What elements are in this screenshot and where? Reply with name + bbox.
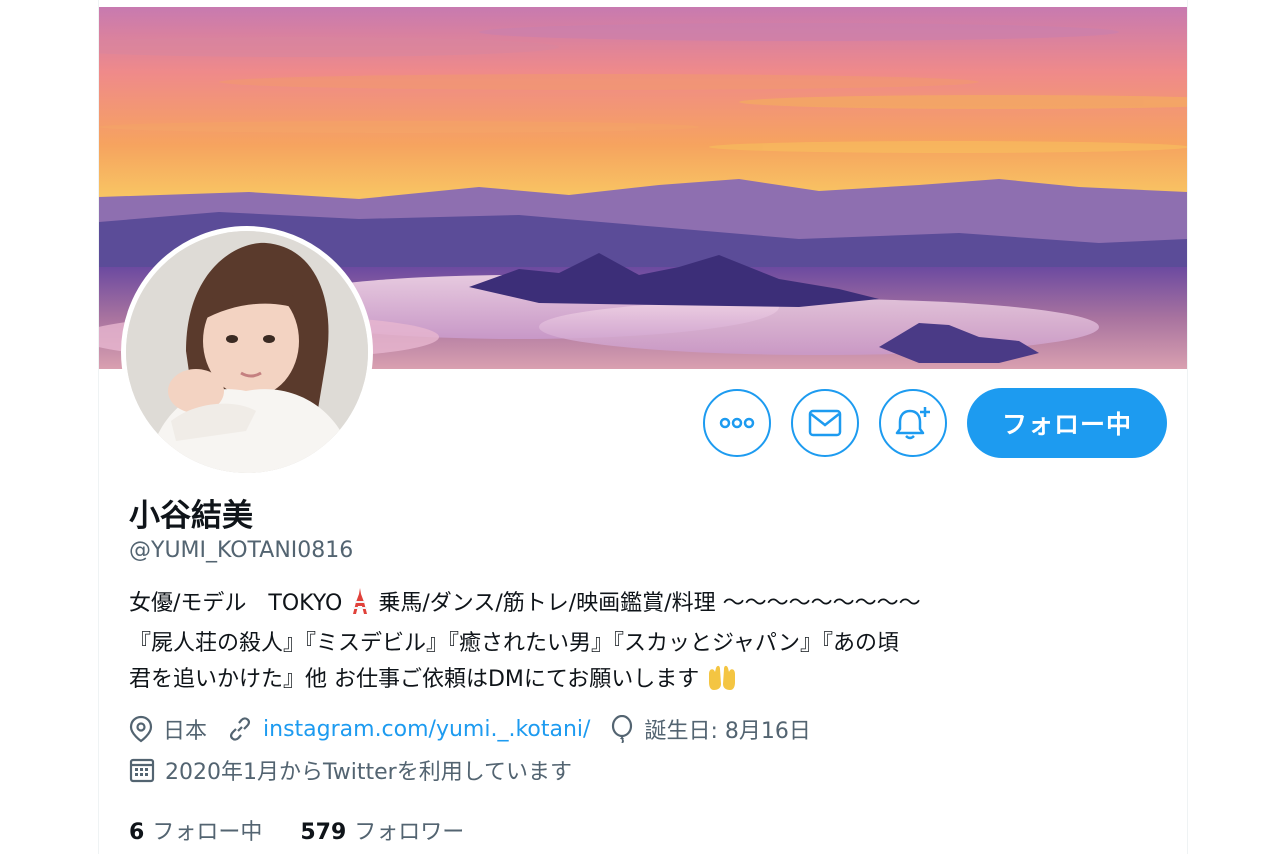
birthday: 誕生日: 8月16日 — [610, 713, 811, 745]
bio-text: 女優/モデル TOKYO — [129, 591, 343, 616]
bio-text: 乗馬/ダンス/筋トレ/映画鑑賞/料理 〜〜〜〜〜〜〜〜〜 — [378, 591, 921, 616]
followers-stat[interactable]: 579 フォロワー — [300, 814, 464, 846]
more-icon — [719, 417, 755, 429]
followers-label: フォロワー — [354, 820, 465, 845]
balloon-icon — [610, 715, 634, 743]
calendar-icon — [129, 757, 155, 783]
more-button[interactable] — [703, 389, 771, 457]
website: instagram.com/yumi._.kotani/ — [227, 716, 590, 742]
followers-count: 579 — [300, 820, 347, 845]
notifications-button[interactable] — [879, 389, 947, 457]
profile-bio: 女優/モデル TOKYO 乗馬/ダンス/筋トレ/映画鑑賞/料理 〜〜〜〜〜〜〜〜… — [129, 586, 1174, 702]
joined-text: 2020年1月からTwitterを利用しています — [165, 760, 573, 785]
location-text: 日本 — [163, 719, 208, 744]
link-icon — [227, 716, 253, 742]
message-button[interactable] — [791, 389, 859, 457]
following-label: フォロー中 — [152, 820, 263, 845]
mail-icon — [808, 409, 842, 437]
profile-handle: @YUMI_KOTANI0816 — [129, 538, 354, 563]
location-pin-icon — [129, 715, 153, 743]
following-stat[interactable]: 6 フォロー中 — [129, 814, 262, 846]
profile-avatar[interactable] — [121, 226, 373, 478]
bio-text: 君を追いかけた』他 お仕事ご依頼はDMにてお願いします — [129, 667, 700, 692]
birthday-text: 誕生日: 8月16日 — [644, 719, 811, 744]
following-count: 6 — [129, 820, 145, 845]
avatar-image — [126, 231, 368, 473]
follow-stats: 6 フォロー中 579 フォロワー — [129, 814, 502, 846]
display-name: 小谷結美 — [129, 498, 253, 534]
joined: 2020年1月からTwitterを利用しています — [129, 754, 572, 786]
bio-line: 君を追いかけた』他 お仕事ご依頼はDMにてお願いします — [129, 662, 1174, 702]
bio-line: 女優/モデル TOKYO 乗馬/ダンス/筋トレ/映画鑑賞/料理 〜〜〜〜〜〜〜〜… — [129, 586, 1174, 626]
tokyo-tower-emoji — [349, 588, 371, 626]
palms-up-emoji — [706, 664, 738, 702]
profile-column: フォロー中 小谷結美 @YUMI_KOTANI0816 女優/モデル TOKYO… — [98, 0, 1188, 854]
profile-meta: 日本 instagram.com/yumi._.kotani/ 誕生日: 8月1… — [129, 713, 831, 745]
profile-joined: 2020年1月からTwitterを利用しています — [129, 754, 592, 786]
location: 日本 — [129, 713, 207, 745]
profile-actions: フォロー中 — [703, 388, 1167, 458]
bio-line: 『屍人荘の殺人』『ミスデビル』『癒されたい男』『スカッとジャパン』『あの頃 — [129, 631, 900, 656]
website-link[interactable]: instagram.com/yumi._.kotani/ — [263, 717, 590, 742]
following-button[interactable]: フォロー中 — [967, 388, 1167, 458]
bell-plus-icon — [895, 407, 930, 440]
